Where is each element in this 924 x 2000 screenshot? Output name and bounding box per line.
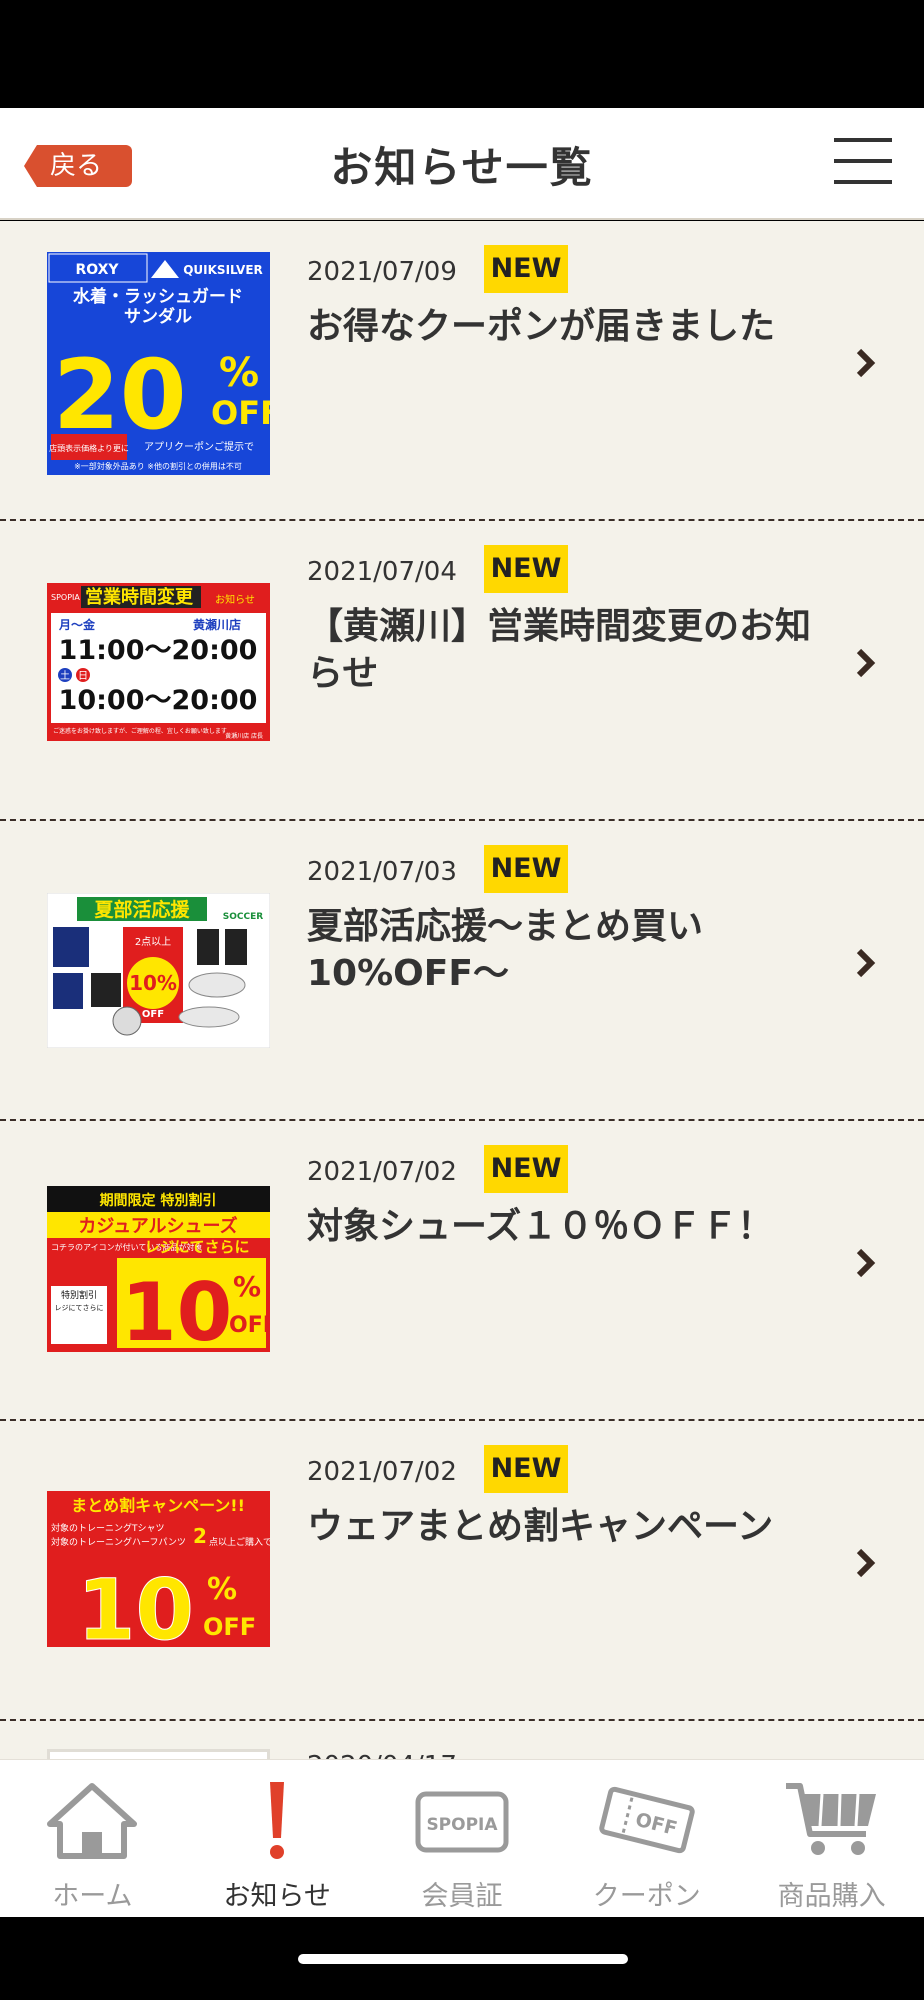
news-item[interactable]: 期間限定 特別割引 カジュアルシューズ コチラのアイコンが付いている商品が対象 … <box>0 1121 924 1421</box>
tab-label: 商品購入 <box>777 1881 886 1912</box>
new-badge: NEW <box>484 1145 568 1193</box>
tab-shop[interactable]: 商品購入 <box>739 1760 924 1917</box>
thumb-footer: ご迷惑をお掛け致しますが、ご理解の程、宜しくお願い致します <box>53 727 227 735</box>
news-title: 夏部活応援～まとめ買い10%OFF～ <box>307 906 704 994</box>
news-date: 2021/07/04 <box>307 557 457 587</box>
thumb-off: OFF <box>211 394 270 432</box>
chevron-right-icon <box>856 948 876 978</box>
chevron-right-icon <box>856 1248 876 1278</box>
tab-label: クーポン <box>592 1881 701 1912</box>
tab-home[interactable]: ホーム <box>0 1760 185 1917</box>
news-date: 2021/07/02 <box>307 1157 457 1187</box>
home-icon <box>47 1783 138 1859</box>
chevron-right-icon <box>856 648 876 678</box>
tab-label: ホーム <box>52 1881 133 1912</box>
news-thumbnail <box>47 1749 270 1759</box>
chevron-right-icon <box>856 348 876 378</box>
thumb-line1: 期間限定 特別割引 <box>100 1192 217 1209</box>
thumb-pct: % <box>233 1270 261 1303</box>
cart-icon <box>785 1783 876 1855</box>
coupon-ticket-icon: OFF <box>599 1786 695 1854</box>
status-bar <box>0 0 924 108</box>
thumb-weekend-hours: 10:00～20:00 <box>59 685 258 716</box>
news-thumbnail: ROXY QUIKSILVER 水着・ラッシュガード サンダル 20 % OFF… <box>47 252 270 475</box>
thumb-heading: 夏部活応援 <box>94 898 190 921</box>
news-title: お得なクーポンが届きました <box>307 306 776 347</box>
exclamation-icon <box>270 1782 285 1859</box>
news-thumbnail: 夏部活応援 SOCCER 2点以上 10% OFF <box>47 893 270 1048</box>
svg-text:OFF: OFF <box>633 1809 679 1841</box>
news-item[interactable]: ROXY QUIKSILVER 水着・ラッシュガード サンダル 20 % OFF… <box>0 221 924 521</box>
news-date: 2020/04/17 <box>307 1751 457 1759</box>
tab-label: 会員証 <box>421 1881 503 1912</box>
home-bar <box>0 1917 924 2000</box>
thumb-line2: サンダル <box>124 306 192 327</box>
thumb-line1: 水着・ラッシュガード <box>73 286 243 307</box>
news-date: 2021/07/03 <box>307 857 457 887</box>
new-badge: NEW <box>484 245 568 293</box>
news-title: 対象シューズ１０％ＯＦＦ！ <box>307 1206 774 1247</box>
thumb-big: 10 <box>121 1266 232 1352</box>
thumb-pct: % <box>207 1572 237 1607</box>
thumb-big: 10 <box>77 1561 194 1647</box>
thumb-store: 黄瀬川店 <box>193 617 241 632</box>
tab-label: お知らせ <box>223 1881 331 1912</box>
thumb-line4: レジにてさらに <box>144 1238 249 1256</box>
thumb-pct: 10% <box>129 971 177 995</box>
chevron-right-icon <box>856 1548 876 1578</box>
thumb-pct: % <box>219 350 259 396</box>
news-thumbnail: 期間限定 特別割引 カジュアルシューズ コチラのアイコンが付いている商品が対象 … <box>47 1186 270 1352</box>
thumb-sat: 土 <box>60 669 70 682</box>
thumb-weekday-label: 月～金 <box>58 617 96 632</box>
member-card-icon: SPOPIA <box>415 1791 509 1853</box>
news-item[interactable]: SPOPIA 営業時間変更 お知らせ 月～金 黄瀬川店 11:00～20:00 … <box>0 521 924 821</box>
thumb-note: アプリクーポンご提示で <box>144 440 254 453</box>
thumb-off: OFF <box>203 1613 256 1641</box>
news-title: 【黄瀬川】営業時間変更のお知らせ <box>307 606 812 694</box>
thumb-heading: まとめ割キャンペーン!! <box>71 1496 245 1515</box>
hamburger-menu-icon[interactable] <box>834 136 892 186</box>
tab-coupon[interactable]: OFF クーポン <box>554 1760 739 1917</box>
page-title: お知らせ一覧 <box>330 143 594 192</box>
thumb-small-box2: レジにてさらに <box>55 1304 104 1312</box>
thumb-brand-right: QUIKSILVER <box>183 263 263 277</box>
thumb-badge-text: 2点以上 <box>135 936 171 948</box>
new-badge: NEW <box>484 545 568 593</box>
thumb-line2: 対象のトレーニングハーフパンツ <box>51 1536 186 1548</box>
thumb-line1: 対象のトレーニングTシャツ <box>51 1522 165 1534</box>
thumb-line2: カジュアルシューズ <box>78 1215 237 1237</box>
thumb-count: 2 <box>193 1524 207 1548</box>
news-title: ウェアまとめ割キャンペーン <box>307 1506 774 1547</box>
thumb-sun: 日 <box>78 671 88 682</box>
home-indicator[interactable] <box>298 1954 628 1964</box>
news-thumbnail: SPOPIA 営業時間変更 お知らせ 月～金 黄瀬川店 11:00～20:00 … <box>47 583 270 741</box>
thumb-heading-small: お知らせ <box>215 593 255 606</box>
news-thumbnail: まとめ割キャンペーン!! 対象のトレーニングTシャツ 対象のトレーニングハーフパ… <box>47 1491 270 1647</box>
news-item[interactable]: 夏部活応援 SOCCER 2点以上 10% OFF 2021/07/03 NEW… <box>0 821 924 1121</box>
thumb-off: OFF <box>229 1313 270 1338</box>
thumb-note-box: 店頭表示価格より更に <box>49 443 129 453</box>
thumb-brand-left: ROXY <box>75 262 119 278</box>
thumb-line3: 点以上ご購入で <box>209 1536 270 1548</box>
thumb-footnote: ※一部対象外品あり ※他の割引との併用は不可 <box>74 461 242 471</box>
new-badge: NEW <box>484 1445 568 1493</box>
tab-bar: ホーム お知らせ SPOPIA 会員証 OFF クーポン 商品購入 <box>0 1759 924 1917</box>
thumb-signature: 黄瀬川店 店長 <box>225 732 263 740</box>
svg-text:SPOPIA: SPOPIA <box>426 1815 498 1835</box>
thumb-off: OFF <box>142 1009 164 1020</box>
thumb-weekday-hours: 11:00～20:00 <box>59 635 258 666</box>
tab-member-card[interactable]: SPOPIA 会員証 <box>370 1760 555 1917</box>
thumb-tag: SOCCER <box>223 912 263 922</box>
thumb-small-box: 特別割引 <box>61 1289 97 1301</box>
news-list: ROXY QUIKSILVER 水着・ラッシュガード サンダル 20 % OFF… <box>0 221 924 1759</box>
new-badge: NEW <box>484 845 568 893</box>
news-item[interactable]: まとめ割キャンペーン!! 対象のトレーニングTシャツ 対象のトレーニングハーフパ… <box>0 1421 924 1721</box>
thumb-heading: 営業時間変更 <box>85 586 194 608</box>
header: 戻る お知らせ一覧 <box>0 108 924 220</box>
tab-news[interactable]: お知らせ <box>185 1760 370 1917</box>
news-date: 2021/07/02 <box>307 1457 457 1487</box>
news-date: 2021/07/09 <box>307 257 457 287</box>
news-item[interactable]: 2020/04/17 <box>0 1721 924 1759</box>
thumb-logo: SPOPIA <box>51 593 80 602</box>
